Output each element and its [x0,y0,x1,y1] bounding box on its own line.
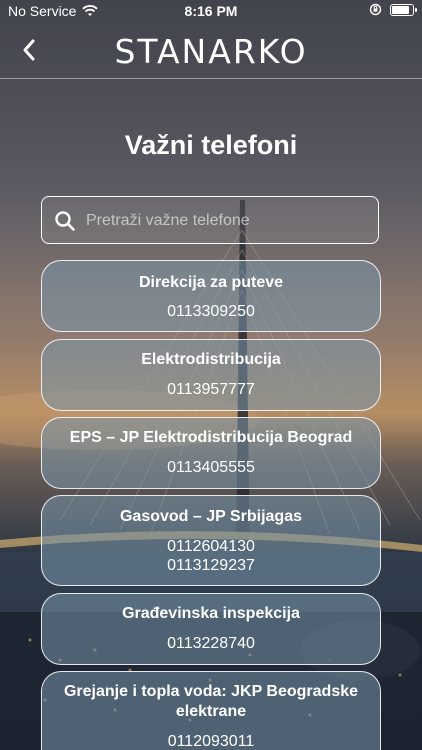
search-icon [55,211,75,231]
contact-card[interactable]: Građevinska inspekcija 0113228740 [41,593,381,665]
contact-name: Grejanje i topla voda: JKP Beogradske el… [63,683,359,720]
contact-name: Elektrodistribucija [141,351,281,368]
screen: No Service 8:16 PM STANARKO Važni telefo… [0,0,422,750]
contact-name: Građevinska inspekcija [122,605,300,622]
contact-phone[interactable]: 0113405555 [42,458,380,477]
orientation-lock-icon [369,3,382,16]
search-input[interactable] [84,205,368,237]
contact-name: EPS – JP Elektrodistribucija Beograd [69,429,353,446]
battery-icon [390,3,417,16]
contact-card[interactable]: EPS – JP Elektrodistribucija Beograd 011… [41,417,381,489]
search-box[interactable] [41,196,379,244]
contact-card[interactable]: Direkcija za puteve 0113309250 [41,260,381,332]
contact-card[interactable]: Elektrodistribucija 0113957777 [41,339,381,411]
contact-card[interactable]: Gasovod – JP Srbijagas 0112604130 011312… [41,495,381,586]
page-title: Važni telefoni [124,130,298,160]
contact-phone[interactable]: 0113228740 [42,634,380,653]
status-bar: No Service 8:16 PM [0,0,422,22]
nav-bar: STANARKO [0,22,422,79]
contact-phone[interactable]: 0113309250 [42,302,380,321]
contact-card[interactable]: Grejanje i topla voda: JKP Beogradske el… [41,671,381,750]
contact-phone[interactable]: 0112604130 [42,537,380,556]
contact-phone[interactable]: 0113129237 [42,556,380,575]
status-time: 8:16 PM [184,3,238,19]
contact-name: Direkcija za puteve [138,274,284,291]
contact-name: Gasovod – JP Srbijagas [119,508,302,525]
contact-phone[interactable]: 0113957777 [42,380,380,399]
app-logo: STANARKO [114,32,308,71]
status-right [369,3,417,16]
contact-phone[interactable]: 0112093011 [42,732,380,750]
